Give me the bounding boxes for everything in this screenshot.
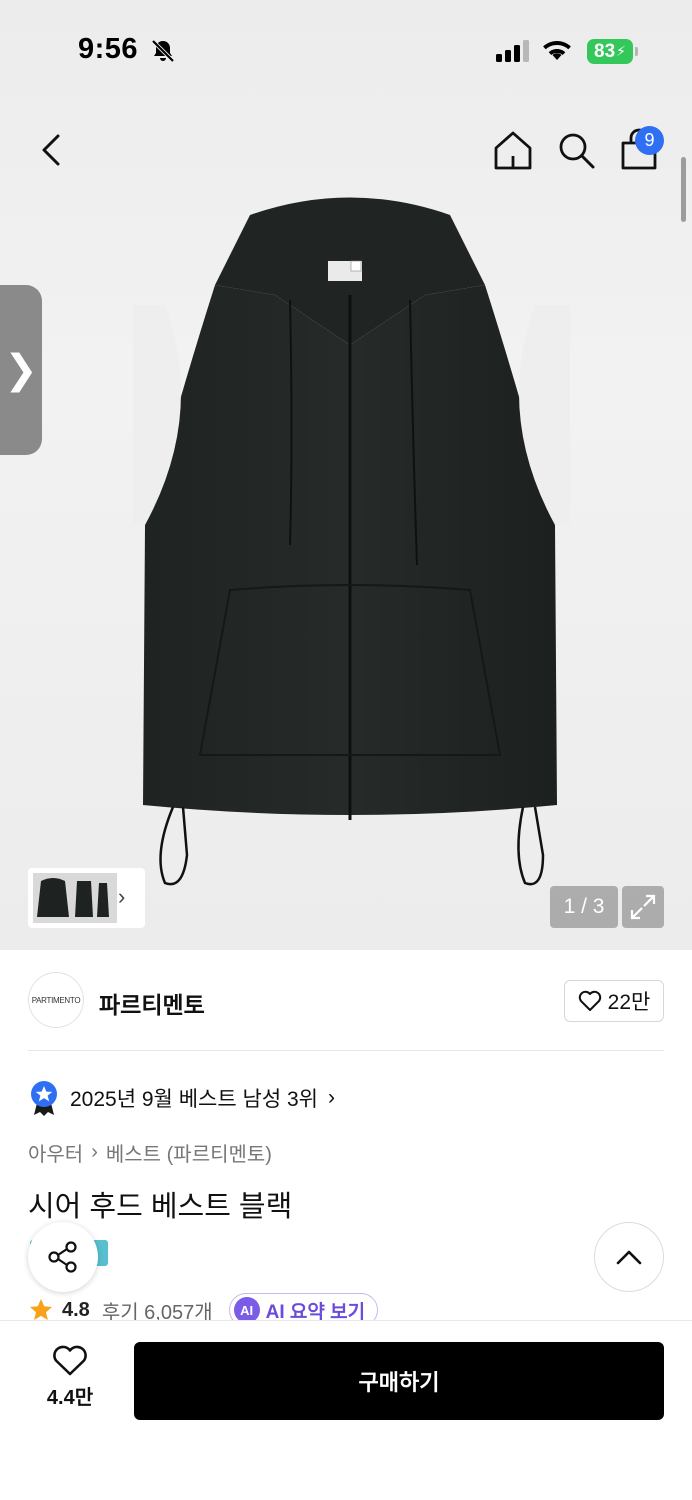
wishlist-button[interactable]: 4.4만 xyxy=(30,1345,110,1415)
wifi-icon xyxy=(541,38,573,67)
wishlist-count: 4.4만 xyxy=(46,1387,94,1409)
side-drawer-tab[interactable]: ❯ xyxy=(0,285,42,455)
share-icon xyxy=(48,1241,77,1273)
breadcrumb-separator: › xyxy=(91,1141,98,1163)
ranking-link[interactable]: 2025년 9월 베스트 남성 3위 › xyxy=(28,1078,335,1118)
ranking-medal-icon xyxy=(31,1081,57,1116)
search-icon xyxy=(559,133,595,169)
status-time: 9:56 xyxy=(78,33,139,65)
signal-icon xyxy=(496,40,532,67)
back-button[interactable] xyxy=(34,128,68,172)
thumbnail-image[interactable] xyxy=(33,873,117,923)
brand-row: PARTIMENTO 파르티멘토 22만 xyxy=(28,972,664,1032)
rating-value: 4.8 xyxy=(62,1298,90,1321)
share-button[interactable] xyxy=(28,1222,98,1292)
product-image-gallery[interactable]: 9:56 83 ⚡ 9 ❯ › 1 / 3 xyxy=(0,0,692,950)
breadcrumb: 아우터 › 베스트 (파르티멘토) xyxy=(28,1138,272,1167)
scroll-to-top-button[interactable] xyxy=(594,1222,664,1292)
battery-indicator: 83 ⚡ xyxy=(587,39,638,64)
thumbnail-strip[interactable] xyxy=(28,868,145,928)
heart-icon xyxy=(53,1345,87,1376)
product-title: 시어 후드 베스트 블랙 xyxy=(28,1191,293,1223)
divider xyxy=(28,1050,664,1051)
battery-level: 83 xyxy=(594,40,616,62)
brand-logo-text: PARTIMENTO xyxy=(31,995,81,1005)
top-navigation xyxy=(0,120,692,180)
image-page-counter: 1 / 3 xyxy=(550,886,618,928)
chevron-left-icon xyxy=(42,134,60,166)
search-button[interactable] xyxy=(555,128,597,172)
heart-icon xyxy=(578,990,601,1011)
chevron-right-icon: ❯ xyxy=(4,348,38,392)
charging-bolt-icon: ⚡ xyxy=(616,43,626,59)
cart-count-badge: 9 xyxy=(635,126,664,155)
brand-like-button[interactable]: 22만 xyxy=(564,980,664,1022)
ranking-text: 2025년 9월 베스트 남성 3위 xyxy=(70,1088,318,1111)
bottom-action-bar: 4.4만 구매하기 xyxy=(0,1320,692,1500)
brand-logo[interactable]: PARTIMENTO xyxy=(28,972,84,1028)
chevron-right-icon[interactable]: › xyxy=(118,884,125,910)
bell-muted-icon xyxy=(150,38,176,69)
brand-name[interactable]: 파르티멘토 xyxy=(99,986,205,1020)
breadcrumb-subcategory[interactable]: 베스트 (파르티멘토) xyxy=(106,1138,272,1167)
buy-button[interactable]: 구매하기 xyxy=(134,1342,664,1420)
scrollbar[interactable] xyxy=(681,157,686,222)
status-bar: 9:56 83 ⚡ xyxy=(0,0,692,100)
home-button[interactable] xyxy=(492,128,534,172)
brand-like-count: 22만 xyxy=(607,991,651,1014)
expand-button[interactable] xyxy=(622,886,664,928)
chevron-up-icon xyxy=(616,1250,642,1265)
breadcrumb-category[interactable]: 아우터 xyxy=(28,1138,83,1167)
product-photo xyxy=(133,197,570,886)
home-icon xyxy=(494,131,532,170)
expand-icon xyxy=(630,894,656,920)
chevron-right-icon: › xyxy=(327,1086,335,1109)
